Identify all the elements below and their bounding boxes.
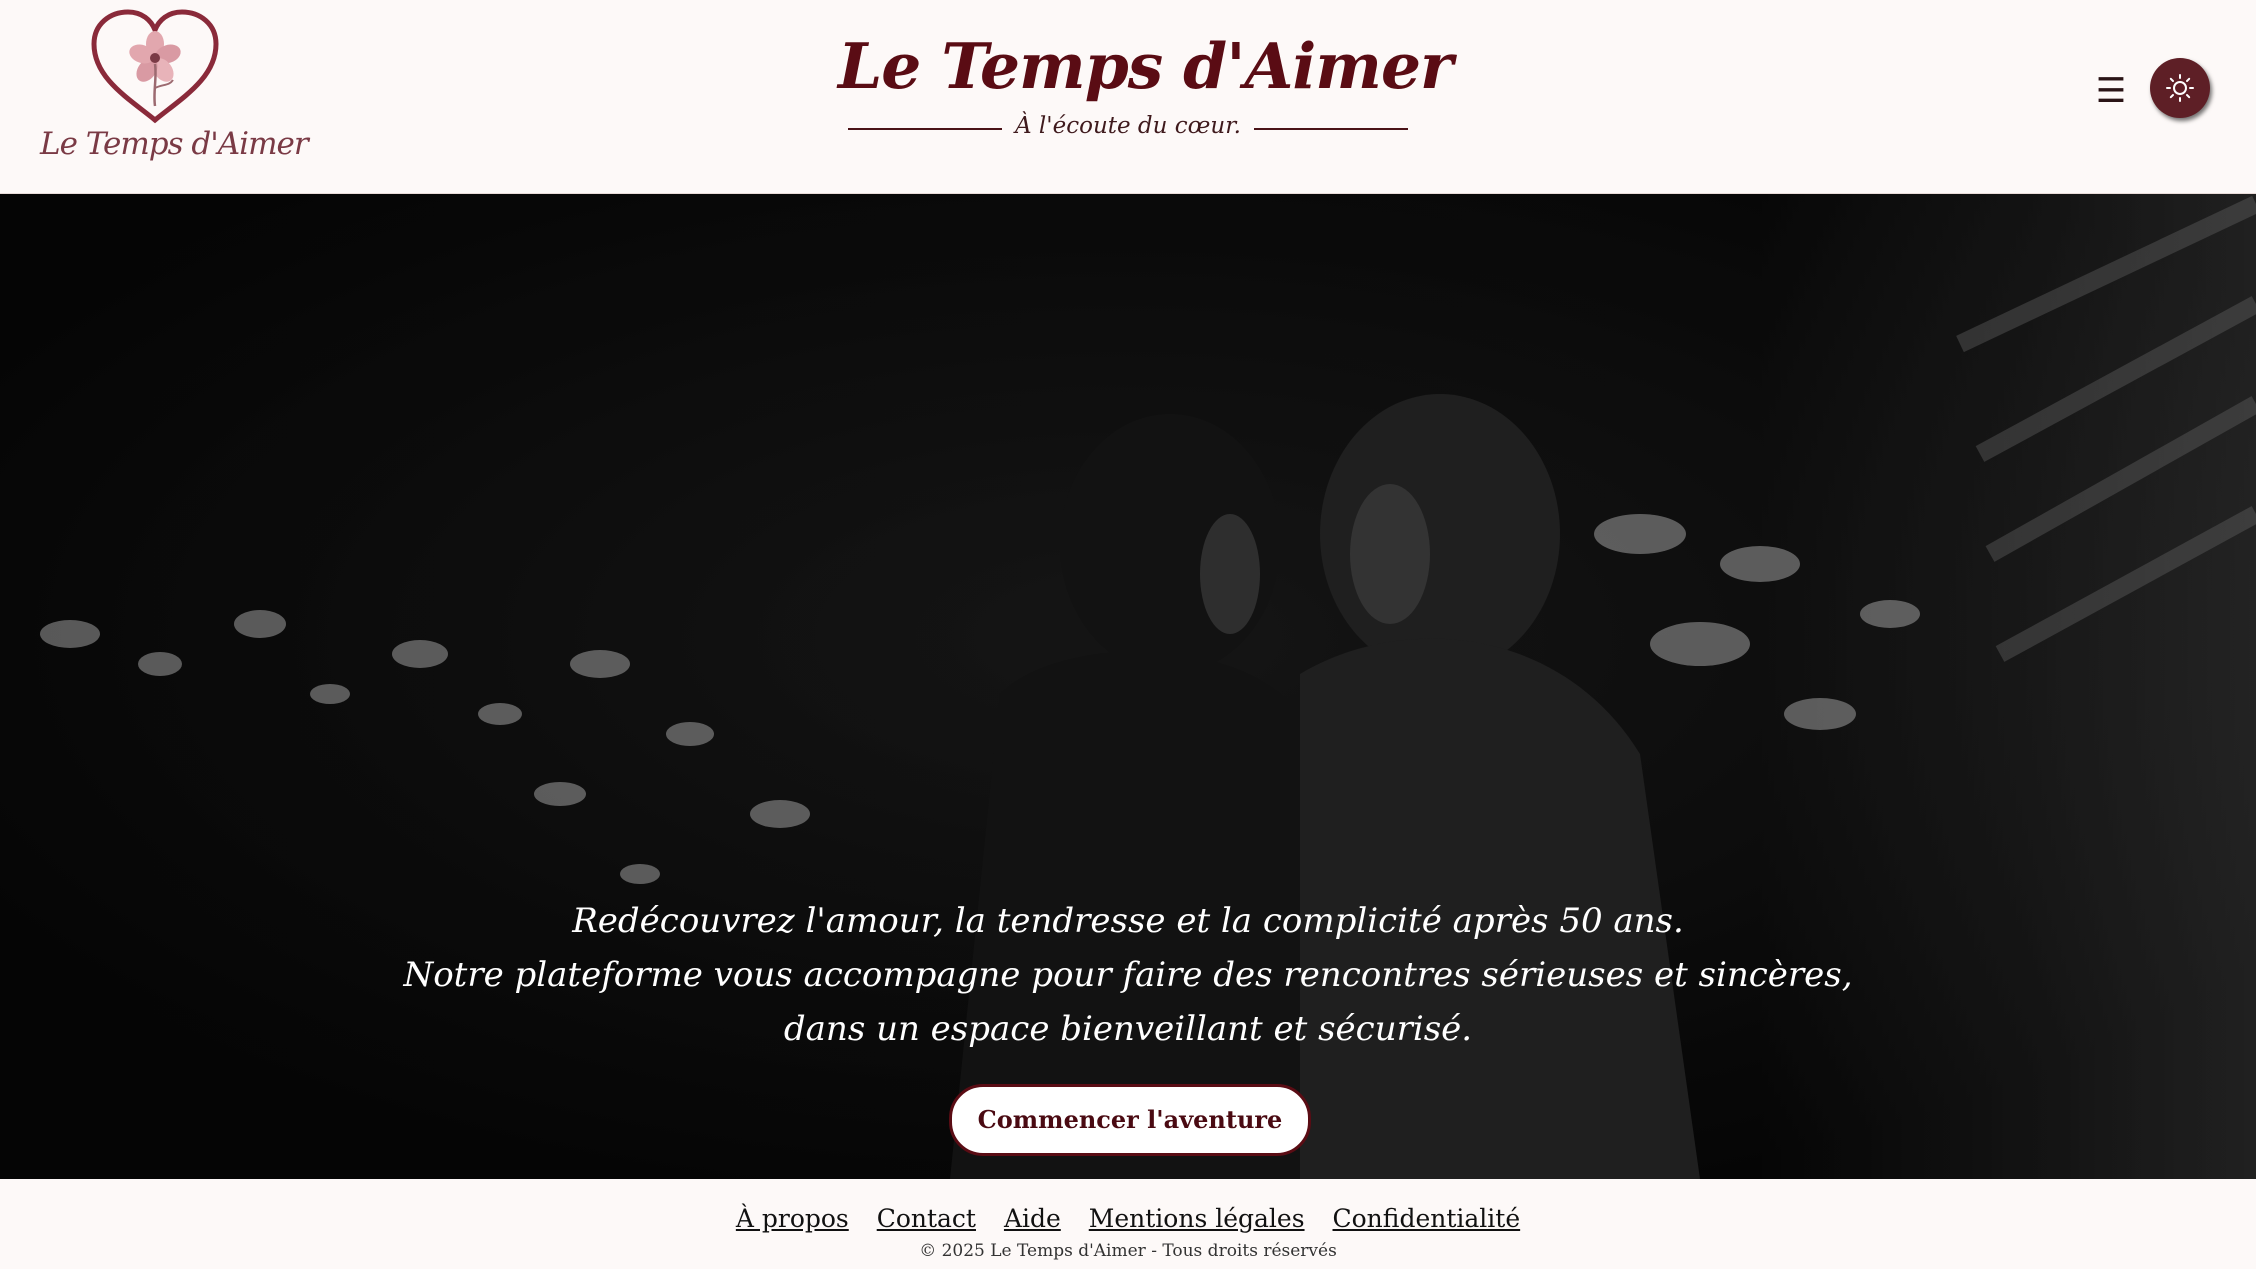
- hero-message: Redécouvrez l'amour, la tendresse et la …: [0, 894, 2256, 1056]
- site-tagline: À l'écoute du cœur.: [1015, 113, 1241, 139]
- start-adventure-button[interactable]: Commencer l'aventure: [949, 1084, 1311, 1156]
- theme-toggle-button[interactable]: [2150, 58, 2210, 118]
- logo-text: Le Temps d'Aimer: [40, 126, 309, 162]
- site-header: Le Temps d'Aimer Le Temps d'Aimer À l'éc…: [0, 0, 2256, 194]
- heart-flower-icon: [91, 9, 219, 124]
- hero-line: dans un espace bienveillant et sécurisé.: [783, 1009, 1473, 1049]
- page: Le Temps d'Aimer Le Temps d'Aimer À l'éc…: [0, 0, 2256, 1269]
- tagline-divider-right: [1254, 128, 1408, 130]
- site-title: Le Temps d'Aimer: [838, 29, 1453, 103]
- footer-link-about[interactable]: À propos: [736, 1204, 849, 1233]
- copyright: © 2025 Le Temps d'Aimer - Tous droits ré…: [919, 1241, 1337, 1261]
- footer-nav: À propos Contact Aide Mentions légales C…: [0, 1203, 2256, 1235]
- hero-section: Redécouvrez l'amour, la tendresse et la …: [0, 194, 2256, 1179]
- footer-link-contact[interactable]: Contact: [877, 1204, 976, 1233]
- footer-link-legal[interactable]: Mentions légales: [1089, 1204, 1305, 1233]
- footer-link-privacy[interactable]: Confidentialité: [1333, 1204, 1521, 1233]
- sun-icon: [2166, 74, 2194, 102]
- footer-link-help[interactable]: Aide: [1004, 1204, 1061, 1233]
- tagline-divider-left: [848, 128, 1002, 130]
- site-footer: À propos Contact Aide Mentions légales C…: [0, 1179, 2256, 1269]
- logo[interactable]: Le Temps d'Aimer: [40, 8, 309, 173]
- hero-line: Redécouvrez l'amour, la tendresse et la …: [572, 901, 1684, 941]
- hamburger-menu-icon[interactable]: ☰: [2094, 73, 2128, 109]
- brand: Le Temps d'Aimer À l'écoute du cœur.: [838, 26, 1453, 156]
- hero-line: Notre plateforme vous accompagne pour fa…: [403, 955, 1853, 995]
